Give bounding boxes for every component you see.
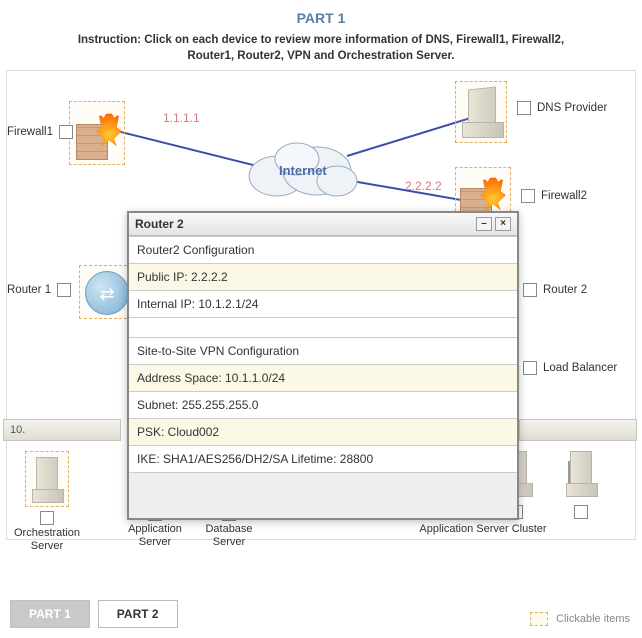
popup-row: IKE: SHA1/AES256/DH2/SA Lifetime: 28800 <box>129 445 517 472</box>
tab-part1[interactable]: PART 1 <box>10 600 90 628</box>
dns-checkbox[interactable] <box>517 101 531 115</box>
tab-bar: PART 1 PART 2 <box>10 600 178 628</box>
dns-label: DNS Provider <box>537 102 607 114</box>
router-icon <box>85 271 129 315</box>
rack-bar-left: 10. <box>3 419 121 441</box>
popup-footer <box>129 472 517 518</box>
server-icon <box>566 451 596 497</box>
dns-device[interactable] <box>455 81 507 143</box>
router2-label-block: Router 2 <box>523 283 587 297</box>
router1-checkbox[interactable] <box>57 283 71 297</box>
app-cluster-label: Application Server Cluster <box>353 523 613 536</box>
network-diagram: Internet Firewall1 1.1.1.1 DNS Provider … <box>6 70 636 540</box>
internet-label: Internet <box>279 163 327 178</box>
orchestration-device[interactable]: Orchestration Server <box>11 451 83 553</box>
router1-label-block: Router 1 <box>7 283 71 297</box>
orchestration-label: Orchestration Server <box>11 527 83 553</box>
firewall-icon <box>76 108 122 160</box>
page-title: PART 1 <box>0 0 642 26</box>
firewall1-ip-label: 1.1.1.1 <box>163 111 200 125</box>
firewall2-checkbox[interactable] <box>521 189 535 203</box>
app-cluster-checkbox[interactable] <box>574 505 588 519</box>
popup-row: Router2 Configuration <box>129 236 517 263</box>
firewall2-ip-label: 2.2.2.2 <box>405 179 442 193</box>
popup-row: Address Space: 10.1.1.0/24 <box>129 364 517 391</box>
popup-row: Internal IP: 10.1.2.1/24 <box>129 290 517 317</box>
router2-checkbox[interactable] <box>523 283 537 297</box>
load-balancer-checkbox[interactable] <box>523 361 537 375</box>
dns-label-block: DNS Provider <box>517 101 607 115</box>
server-icon <box>462 88 502 138</box>
router2-popup: Router 2 – × Router2 Configuration Publi… <box>127 211 519 520</box>
load-balancer-label-block: Load Balancer <box>523 361 617 375</box>
legend: Clickable items <box>530 612 630 626</box>
load-balancer-label: Load Balancer <box>543 362 617 374</box>
legend-swatch-icon <box>530 612 548 626</box>
popup-row: Public IP: 2.2.2.2 <box>129 263 517 290</box>
firewall1-label-block: Firewall1 <box>7 125 73 139</box>
popup-title: Router 2 <box>135 217 184 231</box>
firewall1-label: Firewall1 <box>7 126 53 138</box>
firewall1-device[interactable] <box>69 101 125 165</box>
minimize-button[interactable]: – <box>476 217 492 231</box>
router2-label: Router 2 <box>543 284 587 296</box>
popup-row: Subnet: 255.255.255.0 <box>129 391 517 418</box>
app-server-label: Application Server <box>119 523 191 549</box>
popup-gap <box>129 317 517 337</box>
popup-titlebar[interactable]: Router 2 – × <box>129 213 517 236</box>
firewall2-label: Firewall2 <box>541 190 587 202</box>
router1-label: Router 1 <box>7 284 51 296</box>
orchestration-checkbox[interactable] <box>40 511 54 525</box>
popup-row: PSK: Cloud002 <box>129 418 517 445</box>
firewall2-label-block: Firewall2 <box>521 189 587 203</box>
db-server-label: Database Server <box>193 523 265 549</box>
rack-bar-left-text: 10. <box>10 424 25 436</box>
close-button[interactable]: × <box>495 217 511 231</box>
instruction-text: Instruction: Click on each device to rev… <box>0 26 642 64</box>
rack-bar-right <box>519 419 637 441</box>
legend-label: Clickable items <box>556 613 630 625</box>
popup-row: Site-to-Site VPN Configuration <box>129 337 517 364</box>
server-icon <box>32 457 62 503</box>
firewall1-checkbox[interactable] <box>59 125 73 139</box>
tab-part2[interactable]: PART 2 <box>98 600 178 628</box>
